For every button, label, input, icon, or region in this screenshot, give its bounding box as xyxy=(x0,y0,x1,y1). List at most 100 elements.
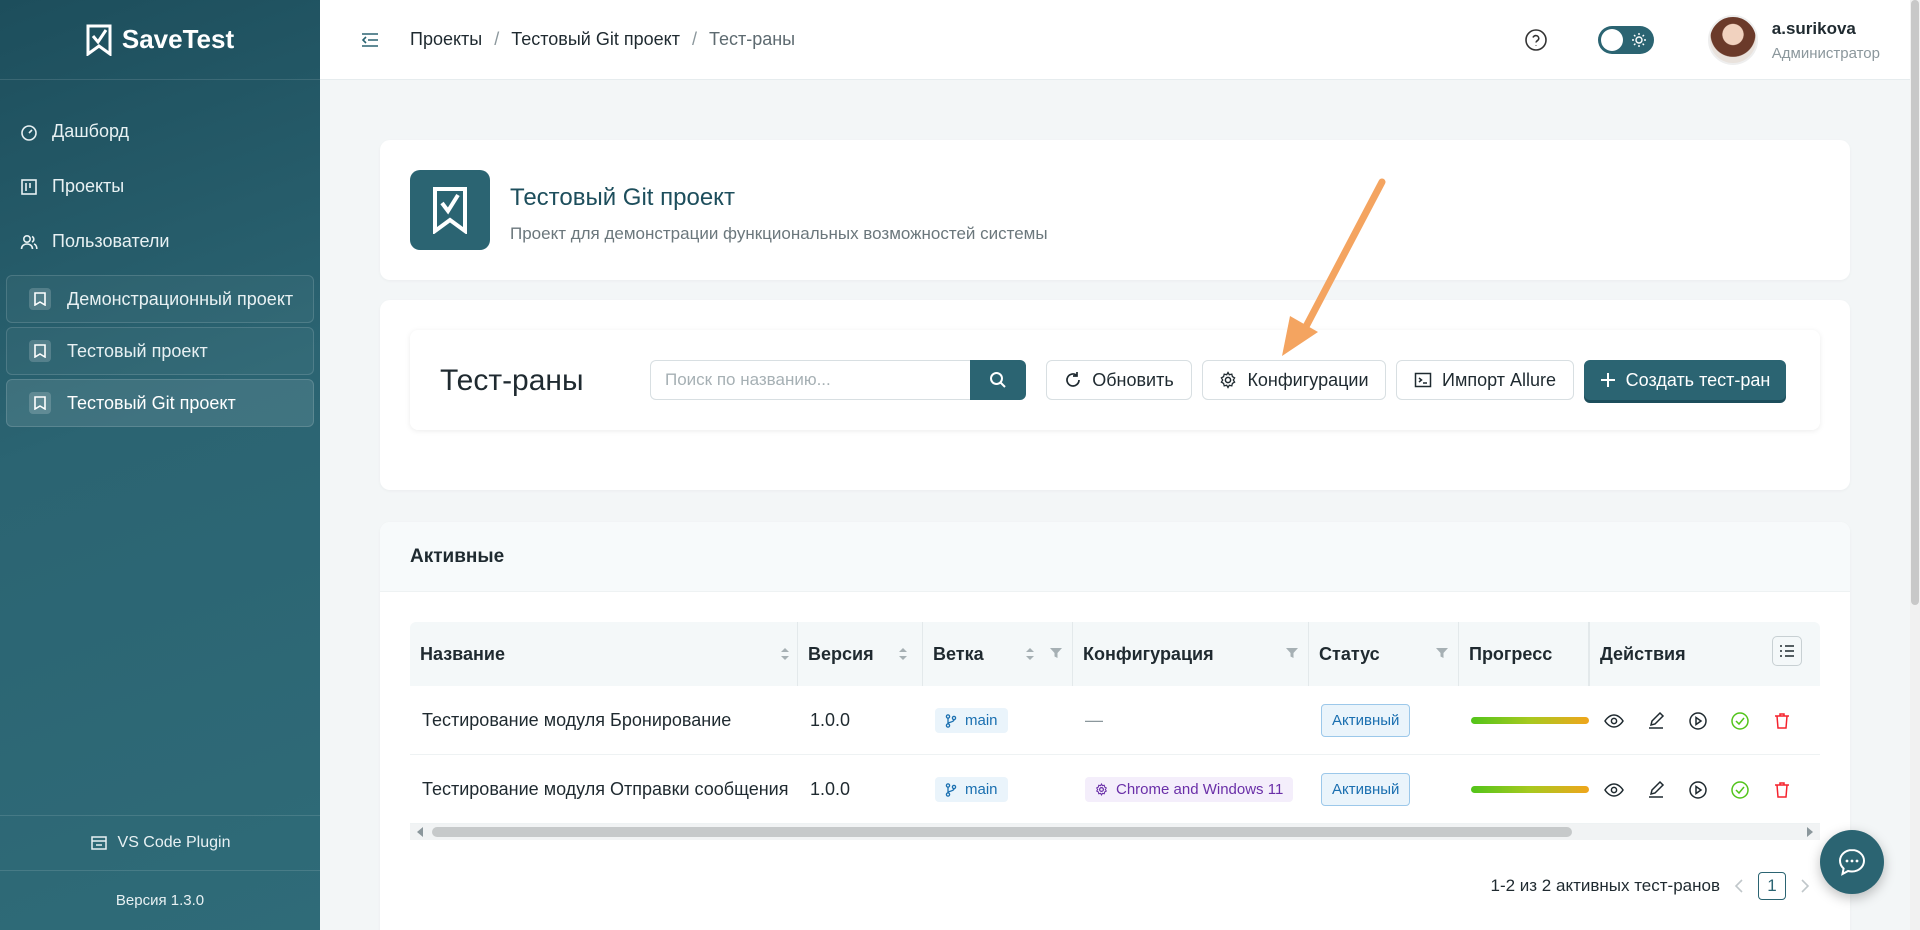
column-header-configuration[interactable]: Конфигурация xyxy=(1073,622,1309,686)
filter-icon[interactable] xyxy=(1435,646,1449,660)
breadcrumb: Проекты / Тестовый Git проект / Тест-ран… xyxy=(410,29,795,50)
column-header-progress: Прогресс xyxy=(1459,622,1589,686)
scrollbar-thumb[interactable] xyxy=(1911,0,1919,605)
terminal-icon xyxy=(1414,372,1432,388)
search-icon xyxy=(990,372,1006,388)
gear-icon xyxy=(1095,783,1108,796)
column-header-branch[interactable]: Ветка xyxy=(923,622,1073,686)
top-header: Проекты / Тестовый Git проект / Тест-ран… xyxy=(320,0,1910,80)
cell-configuration: — xyxy=(1085,710,1103,730)
store-icon xyxy=(90,836,107,850)
breadcrumb-separator: / xyxy=(494,29,500,49)
row-actions xyxy=(1590,755,1792,824)
sun-icon xyxy=(1631,33,1646,47)
status-badge: Активный xyxy=(1321,704,1411,737)
import-allure-label: Импорт Allure xyxy=(1442,369,1556,390)
refresh-button[interactable]: Обновить xyxy=(1046,360,1192,400)
page-number[interactable]: 1 xyxy=(1758,872,1786,900)
scrollbar-thumb[interactable] xyxy=(432,827,1572,837)
app-logo[interactable]: SaveTest xyxy=(0,0,320,80)
column-header-name[interactable]: Название xyxy=(410,622,798,686)
prev-page-icon[interactable] xyxy=(1734,879,1744,893)
play-icon[interactable] xyxy=(1688,711,1708,731)
cell-configuration: Chrome and Windows 11 xyxy=(1073,755,1309,824)
sidebar-item-label: Дашборд xyxy=(52,121,130,141)
progress-bar xyxy=(1471,786,1589,793)
branch-tag: main xyxy=(935,708,1008,733)
user-role: Администратор xyxy=(1771,44,1880,62)
filter-icon[interactable] xyxy=(1285,646,1299,660)
next-page-icon[interactable] xyxy=(1800,879,1810,893)
user-name: a.surikova xyxy=(1771,18,1856,38)
project-title: Тестовый Git проект xyxy=(510,184,735,211)
scroll-left-icon[interactable] xyxy=(416,827,424,837)
sidebar-project-git[interactable]: Тестовый Git проект xyxy=(6,379,314,427)
project-badge-icon xyxy=(29,392,51,414)
vscode-plugin-link[interactable]: VS Code Plugin xyxy=(0,815,320,870)
branch-label: main xyxy=(965,712,998,729)
column-label: Конфигурация xyxy=(1083,643,1214,664)
filter-icon[interactable] xyxy=(1049,646,1063,660)
play-icon[interactable] xyxy=(1688,780,1708,800)
chat-button[interactable] xyxy=(1820,830,1884,894)
sidebar-item-label: Пользователи xyxy=(52,231,170,251)
table-row[interactable]: Тестирование модуля Отправки сообщения 1… xyxy=(410,755,1820,824)
sidebar-project-test[interactable]: Тестовый проект xyxy=(6,327,314,375)
breadcrumb-separator: / xyxy=(691,29,697,49)
sort-icon[interactable] xyxy=(780,646,790,662)
search-input[interactable]: Поиск по названию... xyxy=(650,360,970,400)
delete-icon[interactable] xyxy=(1772,711,1792,731)
cell-version: 1.0.0 xyxy=(810,779,851,799)
table-horizontal-scrollbar[interactable] xyxy=(410,824,1820,840)
testruns-toolbar: Тест-раны Поиск по названию... Обновить … xyxy=(410,330,1820,430)
create-testrun-button[interactable]: Создать тест-ран xyxy=(1584,360,1786,400)
delete-icon[interactable] xyxy=(1772,780,1792,800)
menu-fold-icon xyxy=(361,32,378,47)
plugin-label: VS Code Plugin xyxy=(117,834,231,851)
branch-tag: main xyxy=(935,777,1008,802)
sidebar-item-users[interactable]: Пользователи xyxy=(0,214,320,269)
column-header-status[interactable]: Статус xyxy=(1309,622,1459,686)
sidebar-nav: Дашборд Проекты Пользователи Демонстраци… xyxy=(0,80,320,427)
cell-branch: main xyxy=(923,755,1073,824)
column-settings-button[interactable] xyxy=(1772,636,1802,666)
edit-icon[interactable] xyxy=(1646,780,1666,800)
column-label: Версия xyxy=(808,643,874,664)
create-testrun-label: Создать тест-ран xyxy=(1625,369,1771,390)
sidebar-item-projects[interactable]: Проекты xyxy=(0,159,320,214)
import-allure-button[interactable]: Импорт Allure xyxy=(1396,360,1574,400)
avatar[interactable] xyxy=(1707,15,1758,65)
cell-progress xyxy=(1459,755,1589,824)
complete-icon[interactable] xyxy=(1730,711,1750,731)
column-header-actions: Действия xyxy=(1589,622,1820,686)
complete-icon[interactable] xyxy=(1730,780,1750,800)
sort-icon[interactable] xyxy=(1025,646,1035,662)
app-name: SaveTest xyxy=(121,24,235,54)
table-row[interactable]: Тестирование модуля Бронирование 1.0.0 m… xyxy=(410,686,1820,755)
view-icon[interactable] xyxy=(1604,780,1624,800)
help-icon[interactable] xyxy=(1524,28,1548,52)
page-scrollbar[interactable] xyxy=(1910,0,1920,930)
project-description: Проект для демонстрации функциональных в… xyxy=(510,224,1048,243)
active-section-title: Активные xyxy=(380,522,1850,592)
sidebar-item-dashboard[interactable]: Дашборд xyxy=(0,104,320,159)
scroll-right-icon[interactable] xyxy=(1806,827,1814,837)
project-logo-icon xyxy=(410,170,490,250)
version-label: Версия 1.3.0 xyxy=(0,870,320,930)
edit-icon[interactable] xyxy=(1646,711,1666,731)
menu-collapse-button[interactable] xyxy=(360,30,380,50)
cell-status: Активный xyxy=(1309,755,1459,824)
dashboard-icon xyxy=(21,124,37,141)
view-icon[interactable] xyxy=(1604,711,1624,731)
breadcrumb-projects[interactable]: Проекты xyxy=(410,29,482,50)
breadcrumb-project[interactable]: Тестовый Git проект xyxy=(511,29,680,50)
sort-icon[interactable] xyxy=(898,646,908,662)
column-header-version[interactable]: Версия xyxy=(798,622,923,686)
theme-toggle[interactable] xyxy=(1597,26,1654,54)
status-badge: Активный xyxy=(1321,773,1411,806)
column-label: Ветка xyxy=(933,643,984,664)
search-button[interactable] xyxy=(970,360,1026,400)
sidebar-project-demo[interactable]: Демонстрационный проект xyxy=(6,275,314,323)
user-info[interactable]: a.surikova Администратор xyxy=(1772,19,1880,62)
sidebar-project-label: Тестовый проект xyxy=(67,340,208,361)
